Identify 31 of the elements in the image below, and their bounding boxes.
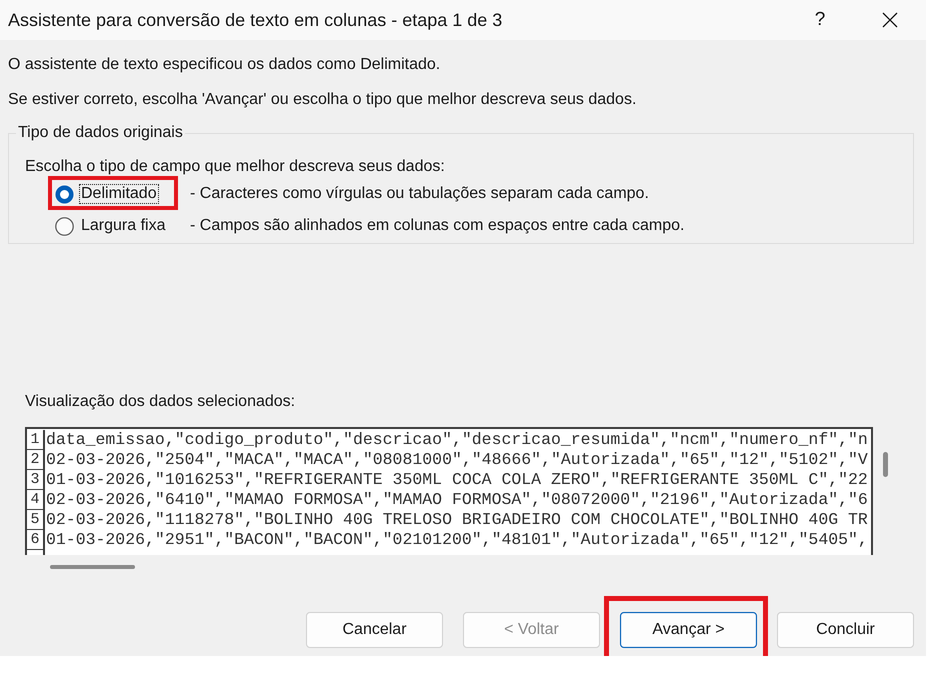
line-number: 2 bbox=[27, 450, 45, 470]
preview-line: 02-03-2026,"2504","MACA","MACA","08081000","48666","Autorizada","65","12","5102","V bbox=[45, 450, 868, 470]
radio-button[interactable] bbox=[55, 216, 74, 236]
preview-line: data_emissao,"codigo_produto","descricao","descricao_resumida","ncm","numero_nf","n bbox=[45, 430, 868, 450]
line-number: 1 bbox=[27, 430, 45, 450]
group-legend: Tipo de dados originais bbox=[16, 123, 185, 143]
close-icon bbox=[882, 12, 898, 28]
intro-text: Se estiver correto, escolha 'Avançar' ou escolha o tipo que melhor descreva seus dados. bbox=[8, 90, 638, 110]
vertical-scrollbar-thumb[interactable] bbox=[883, 452, 888, 477]
line-number: 5 bbox=[27, 510, 45, 530]
preview-label: Visualização dos dados selecionados: bbox=[25, 392, 296, 412]
horizontal-scrollbar-thumb[interactable] bbox=[50, 565, 135, 569]
radio-label[interactable]: Delimitado bbox=[79, 184, 159, 204]
help-button[interactable]: ? bbox=[785, 0, 855, 40]
cancel-button[interactable]: Cancelar bbox=[306, 612, 443, 648]
preview-line: 02-03-2026,"6410","MAMAO FORMOSA","MAMAO FORMOSA","08072000","2196","Autorizada","6 bbox=[45, 490, 868, 510]
preview-line: 02-03-2026,"1118278","BOLINHO 40G TRELOSO BRIGADEIRO COM CHOCOLATE","BOLINHO 40G TR bbox=[45, 510, 868, 530]
group-prompt: Escolha o tipo de campo que melhor descreva seus dados: bbox=[25, 157, 446, 177]
option-description: - Campos são alinhados em colunas com espaços entre cada campo. bbox=[190, 217, 686, 235]
line-number: 3 bbox=[27, 470, 45, 490]
preview-line: 01-03-2026,"2951","BACON","BACON","02101200","48101","Autorizada","65","12","5405", bbox=[45, 530, 868, 550]
finish-button[interactable]: Concluir bbox=[777, 612, 914, 648]
radio-button[interactable] bbox=[55, 184, 74, 204]
next-button[interactable]: Avançar > bbox=[620, 612, 757, 648]
window-title: Assistente para conversão de texto em colunas - etapa 1 de 3 bbox=[8, 10, 504, 30]
option-description: - Caracteres como vírgulas ou tabulações separam cada campo. bbox=[190, 185, 650, 203]
preview-line: 01-03-2026,"1016253","REFRIGERANTE 350ML COCA COLA ZERO","REFRIGERANTE 350ML C","22 bbox=[45, 470, 868, 490]
line-number: 4 bbox=[27, 490, 45, 510]
line-number: 6 bbox=[27, 530, 45, 550]
radio-label[interactable]: Largura fixa bbox=[79, 216, 168, 236]
intro-text: O assistente de texto especificou os dados como Delimitado. bbox=[8, 55, 442, 75]
